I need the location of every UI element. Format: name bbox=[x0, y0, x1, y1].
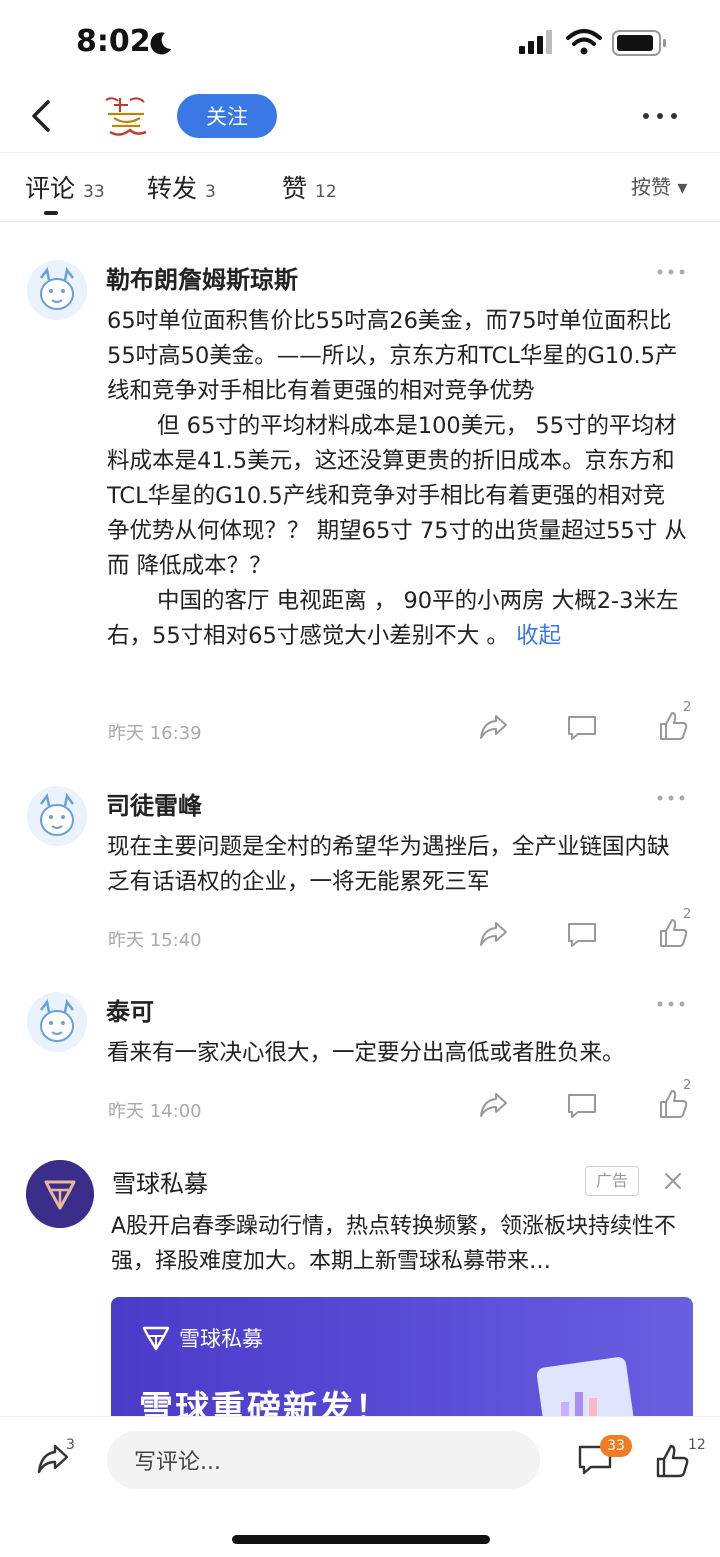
wifi-icon bbox=[566, 29, 602, 55]
tab-reposts[interactable]: 转发 3 bbox=[147, 169, 216, 205]
sort-dropdown[interactable]: 按赞 ▾ bbox=[631, 171, 687, 200]
tab-likes[interactable]: 赞 12 bbox=[282, 169, 337, 205]
comment-input[interactable]: 写评论... bbox=[107, 1431, 540, 1489]
comment-author[interactable]: 泰可 bbox=[106, 992, 154, 1027]
tab-label: 赞 bbox=[282, 174, 308, 203]
comment-more-icon[interactable] bbox=[656, 268, 686, 276]
avatar[interactable] bbox=[27, 786, 87, 846]
like-count: 2 bbox=[683, 907, 692, 922]
reply-icon[interactable] bbox=[566, 1092, 598, 1120]
reply-icon[interactable] bbox=[566, 921, 598, 949]
comment-text: 看来有一家决心很大，一定要分出高低或者胜负来。 bbox=[107, 1040, 625, 1066]
avatar[interactable] bbox=[27, 260, 87, 320]
ad-badge: 广告 bbox=[585, 1166, 639, 1196]
battery-icon bbox=[612, 30, 666, 56]
comment-paragraph: 65吋单位面积售价比55吋高26美金，而75吋单位面积比55吋高50美金。——所… bbox=[107, 308, 678, 404]
follow-button[interactable]: 关注 bbox=[177, 94, 277, 138]
xueqiu-logo-icon bbox=[142, 1326, 170, 1351]
banner-brand: 雪球私募 bbox=[179, 1327, 263, 1351]
comment-paragraph: 但 65寸的平均材料成本是100美元， 55寸的平均材料成本是41.5美元，这还… bbox=[107, 413, 687, 579]
share-icon[interactable] bbox=[36, 1443, 70, 1475]
tab-bar: 评论 33 转发 3 赞 12 按赞 ▾ bbox=[0, 152, 720, 222]
comment-text: 现在主要问题是全村的希望华为遇挫后，全产业链国内缺乏有话语权的企业，一将无能累死… bbox=[107, 834, 670, 895]
tab-count: 3 bbox=[205, 182, 216, 202]
comment-timestamp: 昨天 14:00 bbox=[108, 1101, 202, 1122]
tab-label: 转发 bbox=[147, 174, 198, 203]
back-arrow-icon[interactable] bbox=[26, 98, 60, 134]
more-options-icon[interactable] bbox=[640, 108, 680, 124]
status-bar: 8:02 bbox=[0, 0, 720, 86]
status-time: 8:02 bbox=[76, 24, 151, 59]
tab-count: 12 bbox=[315, 182, 337, 202]
comment-text: 65吋单位面积售价比55吋高26美金，而75吋单位面积比55吋高50美金。——所… bbox=[107, 304, 687, 654]
reply-icon[interactable] bbox=[566, 714, 598, 742]
close-icon[interactable] bbox=[663, 1171, 683, 1191]
comment-timestamp: 昨天 15:40 bbox=[108, 930, 202, 951]
share-icon[interactable] bbox=[478, 919, 510, 949]
avatar[interactable] bbox=[27, 992, 87, 1052]
share-icon[interactable] bbox=[478, 1090, 510, 1120]
share-count: 3 bbox=[66, 1437, 75, 1453]
comment-author[interactable]: 司徒雷峰 bbox=[106, 786, 202, 821]
bottom-bar: 3 写评论... 33 12 bbox=[0, 1416, 720, 1557]
comment-count-badge: 33 bbox=[600, 1435, 632, 1457]
like-count: 2 bbox=[683, 700, 692, 715]
like-count: 12 bbox=[688, 1437, 706, 1453]
active-tab-indicator bbox=[44, 211, 58, 215]
comment-paragraph: 中国的客厅 电视距离 ， 90平的小两房 大概2-3米左右，55寸相对65寸感觉… bbox=[107, 588, 679, 649]
home-indicator bbox=[232, 1535, 490, 1544]
tab-count: 33 bbox=[83, 182, 105, 202]
share-icon[interactable] bbox=[478, 712, 510, 742]
collapse-link[interactable]: 收起 bbox=[516, 623, 561, 649]
comment-author[interactable]: 勒布朗詹姆斯琼斯 bbox=[106, 260, 298, 295]
comment-more-icon[interactable] bbox=[656, 794, 686, 802]
ad-title[interactable]: 雪球私募 bbox=[112, 1164, 208, 1199]
signal-icon bbox=[519, 30, 552, 54]
like-count: 2 bbox=[683, 1078, 692, 1093]
ad-banner[interactable]: 雪球私募 雪球重磅新发！ bbox=[111, 1297, 693, 1427]
comment-more-icon[interactable] bbox=[656, 1000, 686, 1008]
tab-comments[interactable]: 评论 33 bbox=[25, 169, 105, 205]
ad-avatar[interactable] bbox=[26, 1160, 94, 1228]
moon-icon bbox=[150, 32, 171, 55]
tab-label: 评论 bbox=[25, 174, 76, 203]
ad-text[interactable]: A股开启春季躁动行情，热点转换频繁，领涨板块持续性不强，择股难度加大。本期上新雪… bbox=[111, 1209, 696, 1279]
author-logo[interactable] bbox=[100, 92, 152, 140]
like-icon[interactable] bbox=[654, 1443, 690, 1479]
comment-timestamp: 昨天 16:39 bbox=[108, 723, 202, 744]
top-header: 关注 bbox=[0, 86, 720, 152]
